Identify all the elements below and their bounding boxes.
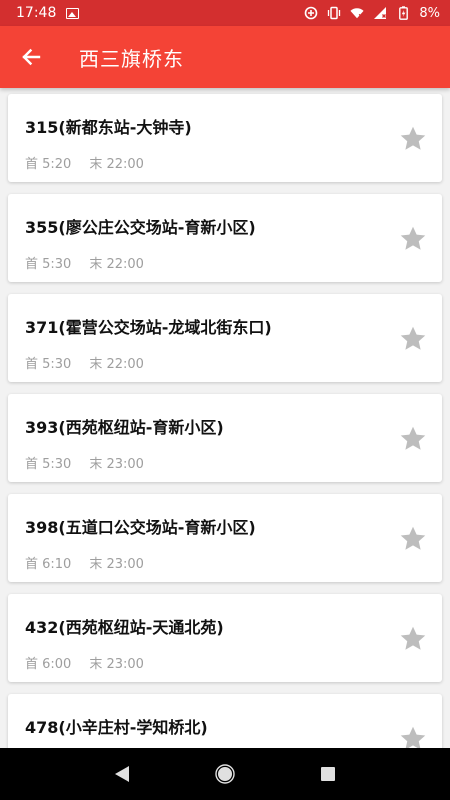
triangle-back-icon [114,766,129,782]
route-card[interactable]: 478(小辛庄村-学知桥北) [8,694,442,748]
star-icon[interactable] [398,424,428,454]
last-bus-time: 末 22:00 [89,357,144,372]
page-title: 西三旗桥东 [79,46,184,71]
nav-home-button[interactable] [210,759,240,789]
route-card[interactable]: 432(西苑枢纽站-天通北苑) 首 6:00 末 23:00 [8,594,442,682]
battery-percent: 8% [419,5,440,21]
wifi-icon [350,6,364,20]
nav-back-button[interactable] [107,759,137,789]
route-times: 首 5:30 末 22:00 [25,253,426,272]
arrow-back-icon [22,48,41,66]
last-bus-time: 末 23:00 [89,557,144,572]
first-bus-time: 首 5:30 [25,457,72,472]
route-times: 首 6:00 末 23:00 [25,653,426,672]
cell-signal-icon [373,6,387,20]
data-saver-icon [304,6,318,20]
nav-recents-button[interactable] [313,759,343,789]
route-card[interactable]: 355(廖公庄公交场站-育新小区) 首 5:30 末 22:00 [8,194,442,282]
route-times: 首 5:20 末 22:00 [25,153,426,172]
system-nav-bar [0,748,450,800]
route-card[interactable]: 315(新都东站-大钟寺) 首 5:20 末 22:00 [8,94,442,182]
app-bar: 西三旗桥东 [0,26,450,88]
status-icons: 8% [304,6,440,21]
route-name: 478(小辛庄村-学知桥北) [25,718,208,737]
star-icon[interactable] [398,324,428,354]
first-bus-time: 首 5:20 [25,157,72,172]
circle-home-icon [215,764,235,784]
route-times: 首 5:30 末 22:00 [25,353,426,372]
star-icon[interactable] [398,224,428,254]
status-time: 17:48 [16,5,57,21]
route-name: 398(五道口公交场站-育新小区) [25,518,256,537]
square-recents-icon [321,767,336,781]
image-notification-icon [66,7,80,19]
star-icon[interactable] [398,124,428,154]
first-bus-time: 首 5:30 [25,357,72,372]
last-bus-time: 末 22:00 [89,157,144,172]
route-times: 首 6:10 末 23:00 [25,553,426,572]
last-bus-time: 末 23:00 [89,657,144,672]
route-name: 371(霍营公交场站-龙域北街东口) [25,318,272,337]
star-icon[interactable] [398,524,428,554]
star-icon[interactable] [398,624,428,654]
back-button[interactable] [0,26,62,88]
route-list[interactable]: 315(新都东站-大钟寺) 首 5:20 末 22:00 355(廖公庄公交场站-… [0,88,450,748]
first-bus-time: 首 6:00 [25,657,72,672]
status-bar: 17:48 8% [0,0,450,26]
route-card[interactable]: 371(霍营公交场站-龙域北街东口) 首 5:30 末 22:00 [8,294,442,382]
star-icon[interactable] [398,724,428,748]
route-card[interactable]: 393(西苑枢纽站-育新小区) 首 5:30 末 23:00 [8,394,442,482]
route-times: 首 5:30 末 23:00 [25,453,426,472]
route-name: 355(廖公庄公交场站-育新小区) [25,218,256,237]
vibrate-icon [327,6,341,20]
first-bus-time: 首 6:10 [25,557,72,572]
battery-icon [396,6,410,20]
last-bus-time: 末 22:00 [89,257,144,272]
route-card[interactable]: 398(五道口公交场站-育新小区) 首 6:10 末 23:00 [8,494,442,582]
last-bus-time: 末 23:00 [89,457,144,472]
route-name: 315(新都东站-大钟寺) [25,118,192,137]
first-bus-time: 首 5:30 [25,257,72,272]
route-name: 432(西苑枢纽站-天通北苑) [25,618,224,637]
route-name: 393(西苑枢纽站-育新小区) [25,418,224,437]
